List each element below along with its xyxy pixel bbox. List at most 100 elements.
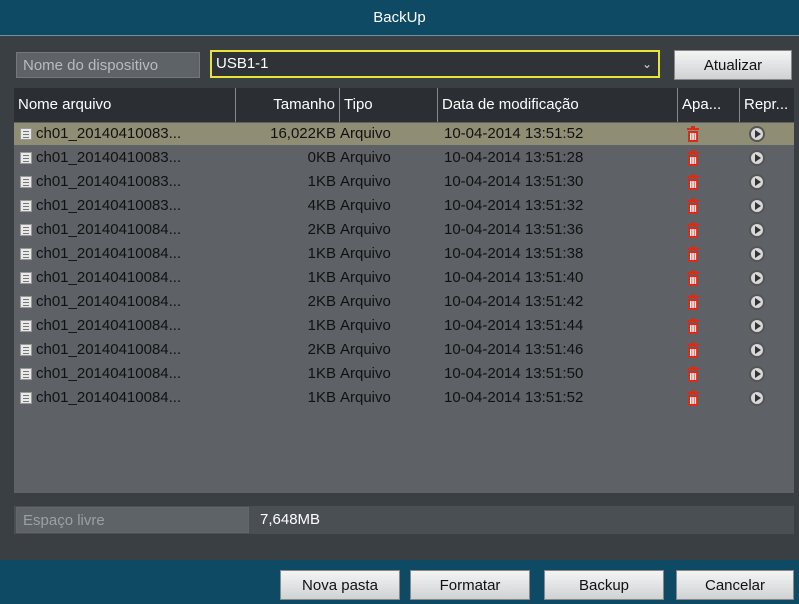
file-icon [20, 128, 32, 140]
file-type: Arquivo [340, 317, 391, 334]
file-type: Arquivo [340, 245, 391, 262]
table-row[interactable]: ch01_20140410084... 1KB Arquivo 10-04-2014 … [14, 267, 794, 289]
file-date: 10-04-2014 13:51:46 [444, 341, 584, 358]
file-icon [20, 200, 32, 212]
file-icon [20, 296, 32, 308]
table-row[interactable]: ch01_20140410084... 2KB Arquivo 10-04-2014 … [14, 219, 794, 241]
backup-dialog: BackUp Nome do dispositivo USB1-1 ⌄ Atua… [0, 0, 799, 604]
file-size: 16,022KB [270, 125, 336, 142]
file-name: ch01_20140410083... [36, 173, 182, 190]
file-type: Arquivo [340, 269, 391, 286]
trash-icon[interactable] [686, 270, 700, 286]
play-icon[interactable] [749, 342, 765, 358]
cancel-button[interactable]: Cancelar [676, 570, 794, 600]
file-size: 1KB [307, 317, 336, 334]
table-row[interactable]: ch01_20140410083... 16,022KB Arquivo 10-04-… [14, 123, 794, 145]
file-size: 4KB [307, 197, 336, 214]
table-row[interactable]: ch01_20140410084... 1KB Arquivo 10-04-2014 … [14, 363, 794, 385]
col-header-play[interactable]: Repr... [740, 88, 794, 122]
file-name: ch01_20140410083... [36, 197, 182, 214]
file-date: 10-04-2014 13:51:52 [444, 389, 584, 406]
file-date: 10-04-2014 13:51:32 [444, 197, 584, 214]
file-size: 2KB [307, 221, 336, 238]
play-icon[interactable] [749, 294, 765, 310]
table-row[interactable]: ch01_20140410084... 1KB Arquivo 10-04-2014 … [14, 315, 794, 337]
play-icon[interactable] [749, 246, 765, 262]
file-size: 1KB [307, 245, 336, 262]
file-table: Nome arquivo Tamanho Tipo Data de modifi… [14, 88, 794, 493]
file-name: ch01_20140410084... [36, 269, 182, 286]
file-type: Arquivo [340, 197, 391, 214]
refresh-button[interactable]: Atualizar [674, 50, 792, 80]
trash-icon[interactable] [686, 246, 700, 262]
trash-icon[interactable] [686, 222, 700, 238]
file-date: 10-04-2014 13:51:30 [444, 173, 584, 190]
play-icon[interactable] [749, 198, 765, 214]
col-header-date[interactable]: Data de modificação [438, 88, 678, 122]
table-row[interactable]: ch01_20140410084... 1KB Arquivo 10-04-2014 … [14, 387, 794, 409]
trash-icon[interactable] [686, 198, 700, 214]
table-row[interactable]: ch01_20140410084... 1KB Arquivo 10-04-2014 … [14, 243, 794, 265]
trash-icon[interactable] [686, 294, 700, 310]
footer-bar: Nova pasta Formatar Backup Cancelar [0, 560, 799, 604]
play-icon[interactable] [749, 222, 765, 238]
format-button[interactable]: Formatar [410, 570, 530, 600]
file-icon [20, 272, 32, 284]
new-folder-button[interactable]: Nova pasta [280, 570, 400, 600]
table-row[interactable]: ch01_20140410083... 1KB Arquivo 10-04-2014 … [14, 171, 794, 193]
file-name: ch01_20140410084... [36, 317, 182, 334]
table-row[interactable]: ch01_20140410083... 4KB Arquivo 10-04-2014 … [14, 195, 794, 217]
file-size: 0KB [307, 149, 336, 166]
trash-icon[interactable] [686, 366, 700, 382]
file-size: 2KB [307, 293, 336, 310]
file-date: 10-04-2014 13:51:40 [444, 269, 584, 286]
col-header-delete[interactable]: Apa... [678, 88, 740, 122]
device-select[interactable]: USB1-1 ⌄ [210, 50, 660, 78]
col-header-name[interactable]: Nome arquivo [14, 88, 236, 122]
play-icon[interactable] [749, 174, 765, 190]
file-name: ch01_20140410083... [36, 125, 182, 142]
file-name: ch01_20140410084... [36, 341, 182, 358]
table-header: Nome arquivo Tamanho Tipo Data de modifi… [14, 88, 794, 122]
play-icon[interactable] [749, 150, 765, 166]
file-icon [20, 320, 32, 332]
trash-icon[interactable] [686, 390, 700, 406]
backup-button[interactable]: Backup [544, 570, 664, 600]
trash-icon[interactable] [686, 150, 700, 166]
file-type: Arquivo [340, 365, 391, 382]
free-space-label: Espaço livre [16, 507, 249, 533]
play-icon[interactable] [749, 390, 765, 406]
window-title: BackUp [0, 0, 799, 36]
file-icon [20, 392, 32, 404]
table-row[interactable]: ch01_20140410084... 2KB Arquivo 10-04-2014 … [14, 339, 794, 361]
device-row: Nome do dispositivo USB1-1 ⌄ Atualizar [14, 50, 794, 80]
table-row[interactable]: ch01_20140410084... 2KB Arquivo 10-04-2014 … [14, 291, 794, 313]
file-icon [20, 152, 32, 164]
trash-icon[interactable] [686, 342, 700, 358]
play-icon[interactable] [749, 366, 765, 382]
file-type: Arquivo [340, 125, 391, 142]
file-size: 2KB [307, 341, 336, 358]
trash-icon[interactable] [686, 318, 700, 334]
trash-icon[interactable] [686, 126, 700, 142]
file-size: 1KB [307, 269, 336, 286]
play-icon[interactable] [749, 270, 765, 286]
chevron-down-icon: ⌄ [641, 57, 652, 71]
file-type: Arquivo [340, 389, 391, 406]
file-name: ch01_20140410084... [36, 245, 182, 262]
file-name: ch01_20140410083... [36, 149, 182, 166]
play-icon[interactable] [749, 126, 765, 142]
file-icon [20, 176, 32, 188]
trash-icon[interactable] [686, 174, 700, 190]
file-icon [20, 248, 32, 260]
file-date: 10-04-2014 13:51:50 [444, 365, 584, 382]
col-header-size[interactable]: Tamanho [236, 88, 340, 122]
file-type: Arquivo [340, 221, 391, 238]
file-date: 10-04-2014 13:51:28 [444, 149, 584, 166]
col-header-type[interactable]: Tipo [340, 88, 438, 122]
file-icon [20, 368, 32, 380]
file-name: ch01_20140410084... [36, 293, 182, 310]
file-size: 1KB [307, 173, 336, 190]
play-icon[interactable] [749, 318, 765, 334]
table-row[interactable]: ch01_20140410083... 0KB Arquivo 10-04-2014 … [14, 147, 794, 169]
